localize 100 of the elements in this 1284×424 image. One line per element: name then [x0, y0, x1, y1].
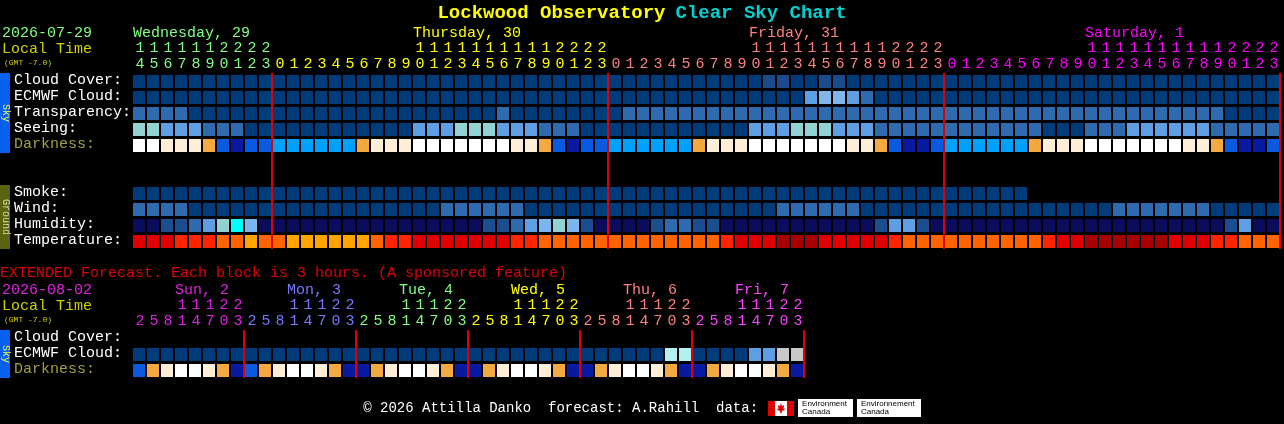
- hour-label: 4: [1003, 57, 1013, 73]
- hour-label: 1: [961, 57, 971, 73]
- hour-label: 2: [359, 314, 369, 330]
- hour-label: 5: [149, 314, 159, 330]
- hour-label: 20: [555, 41, 565, 73]
- day-label: Thursday, 30: [413, 26, 522, 42]
- hour-label: 11: [625, 298, 635, 330]
- hour-label: 23: [569, 298, 579, 330]
- hour-label: 21: [905, 41, 915, 73]
- row-label: Wind:: [14, 201, 59, 217]
- hour-label: 18: [1199, 41, 1209, 73]
- hour-label: 1: [289, 57, 299, 73]
- hour-label: 13: [457, 41, 467, 73]
- hour-label: 19: [1213, 41, 1223, 73]
- hour-label: 9: [401, 57, 411, 73]
- hour-label: 11: [289, 298, 299, 330]
- hour-label: 20: [219, 41, 229, 73]
- hour-label: 10: [415, 41, 425, 73]
- hour-label: 6: [1031, 57, 1041, 73]
- hour-label: 17: [177, 41, 187, 73]
- hour-label: 11: [1101, 41, 1111, 73]
- hour-label: 0: [275, 57, 285, 73]
- hour-label: 11: [429, 41, 439, 73]
- hour-label: 23: [681, 298, 691, 330]
- hour-label: 2: [303, 57, 313, 73]
- row-label: Cloud Cover:: [14, 330, 123, 346]
- hour-label: 16: [163, 41, 173, 73]
- hour-label: 14: [191, 298, 201, 330]
- hour-label: 7: [373, 57, 383, 73]
- hour-label: 5: [261, 314, 271, 330]
- row-label: Humidity:: [14, 217, 95, 233]
- day-label: Wed, 5: [511, 283, 565, 299]
- hour-label: 20: [331, 298, 341, 330]
- hour-label: 17: [541, 298, 551, 330]
- hour-label: 18: [527, 41, 537, 73]
- agency-logo: Environment Canada: [798, 399, 853, 417]
- row-label: Seeing:: [14, 121, 77, 137]
- hour-label: 15: [485, 41, 495, 73]
- hour-label: 17: [653, 298, 663, 330]
- hour-label: 2: [471, 314, 481, 330]
- hour-label: 0: [611, 57, 621, 73]
- hour-label: 20: [667, 298, 677, 330]
- extended-forecast-heading: EXTENDED Forecast. Each block is 3 hours. (A sponsored feature): [0, 266, 569, 282]
- hour-label: 16: [499, 41, 509, 73]
- hour-label: 5: [681, 57, 691, 73]
- hour-label: 5: [597, 314, 607, 330]
- agency-logo: Environnement Canada: [857, 399, 921, 417]
- hour-label: 9: [1073, 57, 1083, 73]
- hour-label: 10: [1087, 41, 1097, 73]
- hour-label: 11: [401, 298, 411, 330]
- hour-label: 21: [233, 41, 243, 73]
- hour-label: 8: [499, 314, 509, 330]
- hour-label: 10: [751, 41, 761, 73]
- hour-label: 2: [695, 314, 705, 330]
- hour-label: 23: [793, 298, 803, 330]
- hour-label: 5: [1017, 57, 1027, 73]
- hour-label: 22: [1255, 41, 1265, 73]
- row-label: Darkness:: [14, 137, 95, 153]
- hour-label: 8: [387, 314, 397, 330]
- hour-label: 2: [639, 57, 649, 73]
- hour-label: 3: [317, 57, 327, 73]
- hour-label: 17: [765, 298, 775, 330]
- hour-label: 8: [723, 57, 733, 73]
- hour-label: 2: [135, 314, 145, 330]
- row-label: ECMWF Cloud:: [14, 89, 123, 105]
- day-label: Saturday, 1: [1085, 26, 1185, 42]
- hour-label: 5: [485, 314, 495, 330]
- hour-label: 18: [863, 41, 873, 73]
- hour-label: 4: [667, 57, 677, 73]
- hour-label: 8: [387, 57, 397, 73]
- row-label: Smoke:: [14, 185, 68, 201]
- hour-label: 8: [163, 314, 173, 330]
- hour-label: 3: [989, 57, 999, 73]
- hour-label: 17: [849, 41, 859, 73]
- hour-label: 16: [1171, 41, 1181, 73]
- hour-label: 20: [1227, 41, 1237, 73]
- day-label: Thu, 6: [623, 283, 677, 299]
- hour-label: 5: [345, 57, 355, 73]
- hour-label: 11: [177, 298, 187, 330]
- hour-label: 14: [135, 41, 145, 73]
- hour-label: 12: [1115, 41, 1125, 73]
- hour-label: 19: [541, 41, 551, 73]
- hour-label: 23: [457, 298, 467, 330]
- hour-label: 22: [583, 41, 593, 73]
- hour-label: 17: [429, 298, 439, 330]
- hour-label: 21: [569, 41, 579, 73]
- hour-label: 11: [737, 298, 747, 330]
- hour-label: 7: [709, 57, 719, 73]
- row-label: Darkness:: [14, 362, 95, 378]
- hour-label: 22: [919, 41, 929, 73]
- hour-label: 9: [737, 57, 747, 73]
- local-time-label: Local Time: [2, 42, 93, 58]
- hour-label: 5: [709, 314, 719, 330]
- hour-label: 2: [247, 314, 257, 330]
- hour-label: 23: [933, 41, 943, 73]
- observatory-name: Lockwood Observatory: [437, 2, 666, 24]
- hour-label: 4: [331, 57, 341, 73]
- hour-label: 19: [205, 41, 215, 73]
- hour-label: 14: [471, 41, 481, 73]
- timezone-label: (GMT -7.0): [4, 58, 52, 68]
